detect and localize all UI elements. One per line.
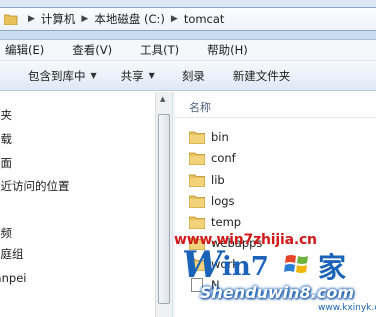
chevron-right-icon[interactable]: ▶ [28,14,35,24]
nav-item-videos[interactable]: 视频 [0,225,12,241]
list-item[interactable]: conf [189,149,236,167]
nav-item-homegroup[interactable]: 家庭组 [0,246,24,262]
list-item[interactable]: logs [189,192,235,210]
share-label: 共享 [120,68,144,83]
folder-icon [189,131,205,144]
watermark-logo: W [182,244,223,286]
nav-item-libraries[interactable]: 库 [0,200,1,216]
new-folder-label: 新建文件夹 [232,68,291,83]
folder-icon [189,152,205,165]
navigation-pane: 藏夹 下载 桌面 最近访问的位置 库 视频 家庭组 Fanpei [0,92,172,317]
header-divider [175,117,376,118]
include-in-library-label: 包含到库中 [28,68,86,83]
scroll-up-arrow-icon[interactable]: ▲ [160,95,165,103]
menu-help[interactable]: 帮助(H) [207,42,248,58]
folder-icon [4,14,18,25]
windows-logo-icon [284,255,308,273]
breadcrumb-tomcat[interactable]: tomcat [184,12,225,26]
scrollbar-thumb[interactable] [158,114,170,304]
folder-icon [189,174,205,187]
folder-name: temp [211,215,242,229]
menu-edit[interactable]: 编辑(E) [5,42,44,58]
folder-name: logs [211,194,235,208]
folder-name: lib [211,173,225,187]
chevron-down-icon: ▼ [148,71,155,80]
nav-item-fanpei[interactable]: Fanpei [0,271,26,285]
watermark-logo: in7 [222,252,269,282]
folder-icon [189,195,205,208]
address-box[interactable]: ▶ 计算机 ▶ 本地磁盘 (C:) ▶ tomcat [0,7,376,31]
watermark-site: Shenduwin8.com [200,283,355,302]
folder-icon [189,216,205,229]
folder-name: bin [211,130,229,144]
chevron-right-icon[interactable]: ▶ [81,14,88,24]
include-in-library-button[interactable]: 包含到库中 ▼ [28,68,97,84]
chevron-down-icon: ▼ [90,71,97,80]
folder-name: conf [211,151,236,165]
breadcrumb-local-disk[interactable]: 本地磁盘 (C:) [94,11,165,27]
nav-item-downloads[interactable]: 下载 [0,131,12,147]
navigation-scrollbar[interactable]: ▲ [155,92,172,317]
burn-label: 刻录 [181,68,205,83]
watermark-logo-jia: 家 [318,251,347,284]
nav-item-recent-places[interactable]: 最近访问的位置 [0,178,70,194]
burn-button[interactable]: 刻录 [182,68,205,84]
breadcrumb-computer[interactable]: 计算机 [41,11,76,27]
column-header-name[interactable]: 名称 [189,99,211,115]
address-bar: ▶ 计算机 ▶ 本地磁盘 (C:) ▶ tomcat [0,0,376,40]
list-item[interactable]: lib [189,171,225,189]
list-item[interactable]: bin [189,128,229,146]
new-folder-button[interactable]: 新建文件夹 [233,68,291,84]
menu-view[interactable]: 查看(V) [72,42,112,58]
menu-tools[interactable]: 工具(T) [140,42,179,58]
menu-bar: 编辑(E) 查看(V) 工具(T) 帮助(H) [0,40,376,61]
command-bar: 包含到库中 ▼ 共享 ▼ 刻录 新建文件夹 [0,61,376,91]
nav-item-desktop[interactable]: 桌面 [0,155,12,171]
chevron-right-icon[interactable]: ▶ [171,14,178,24]
nav-item-favorites[interactable]: 藏夹 [0,107,12,123]
watermark-domain: www.kxinyk.com [318,303,376,313]
share-button[interactable]: 共享 ▼ [121,68,155,84]
list-item[interactable]: temp [189,213,241,231]
